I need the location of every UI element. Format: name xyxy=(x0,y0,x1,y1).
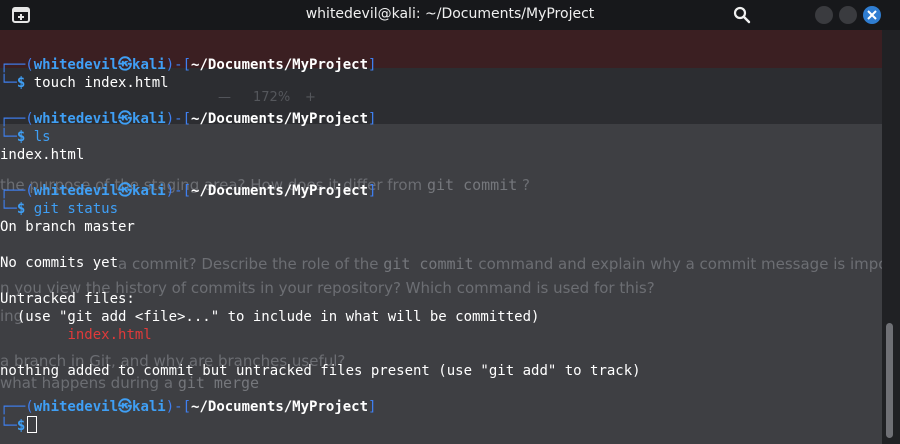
text-cursor xyxy=(27,416,38,433)
command-line: └─$ git status xyxy=(0,201,119,217)
minimize-icon[interactable] xyxy=(815,6,833,24)
search-icon[interactable] xyxy=(733,6,751,24)
command-line: └─$ touch index.html xyxy=(0,75,169,91)
title-bar: whitedevil@kali: ~/Documents/MyProject xyxy=(0,0,900,30)
terminal-output[interactable]: ┌──(whitedevil㉿kali)-[~/Documents/MyProj… xyxy=(0,56,882,434)
output-line: (use "git add <file>..." to include in w… xyxy=(0,309,540,325)
terminal-window: — 172% + the purpose of the staging area… xyxy=(0,0,900,444)
output-line: index.html xyxy=(0,147,85,163)
prompt-line: ┌──(whitedevil㉿kali)-[~/Documents/MyProj… xyxy=(0,183,377,199)
output-line: Untracked files: xyxy=(0,291,135,307)
output-line: No commits yet xyxy=(0,255,119,271)
prompt-line: ┌──(whitedevil㉿kali)-[~/Documents/MyProj… xyxy=(0,57,377,73)
command-line: └─$ ls xyxy=(0,129,51,145)
output-line: nothing added to commit but untracked fi… xyxy=(0,363,641,379)
prompt-line: ┌──(whitedevil㉿kali)-[~/Documents/MyProj… xyxy=(0,399,377,415)
untracked-file: index.html xyxy=(67,327,152,343)
maximize-icon[interactable] xyxy=(839,6,857,24)
window-title: whitedevil@kali: ~/Documents/MyProject xyxy=(305,6,595,22)
input-line[interactable]: └─$ xyxy=(0,416,882,434)
scrollbar-thumb[interactable] xyxy=(886,323,893,438)
output-line: On branch master xyxy=(0,219,135,235)
close-icon[interactable] xyxy=(863,6,881,24)
prompt-line: ┌──(whitedevil㉿kali)-[~/Documents/MyProj… xyxy=(0,111,377,127)
